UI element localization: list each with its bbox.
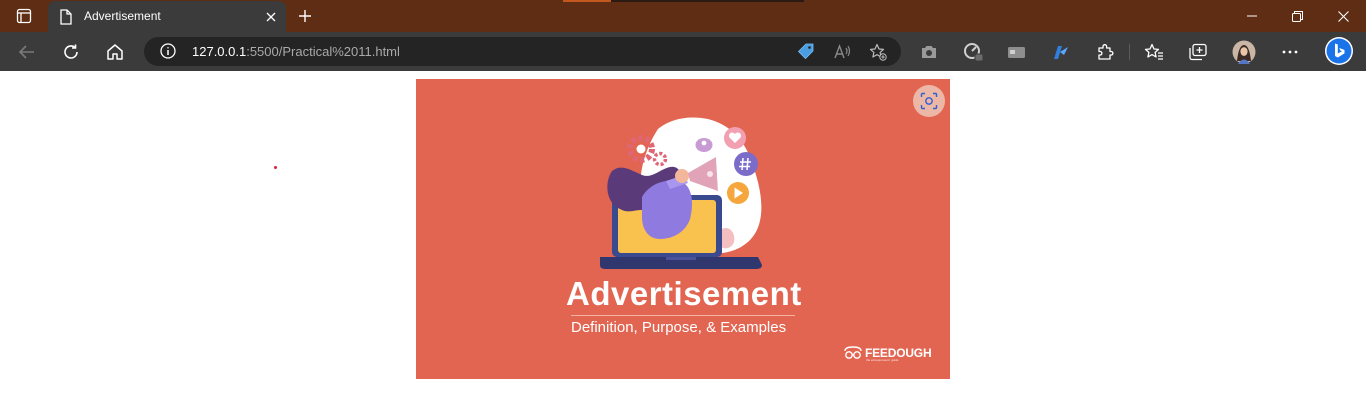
close-window-button[interactable]	[1320, 4, 1366, 28]
settings-more-button[interactable]	[1277, 39, 1303, 65]
brand-tagline: the entrepreneurs' guide	[866, 358, 899, 362]
title-bar: Advertisement	[0, 0, 1366, 32]
address-path: :5500/Practical%2011.html	[246, 44, 400, 59]
visual-search-button[interactable]	[913, 85, 945, 117]
pen-icon	[1054, 46, 1068, 59]
wallet-icon	[1008, 47, 1025, 58]
minimize-button[interactable]	[1229, 4, 1275, 28]
toolbar-separator	[1129, 44, 1130, 60]
refresh-button[interactable]	[58, 39, 84, 65]
page-content: Advertisement Definition, Purpose, & Exa…	[0, 71, 1366, 408]
minimize-icon	[1247, 15, 1257, 17]
extension-pen-button[interactable]	[1048, 39, 1074, 65]
titlebar-accent	[563, 0, 611, 2]
collections-button[interactable]	[1185, 39, 1211, 65]
collections-icon	[1189, 43, 1207, 61]
extension-wallet-button[interactable]	[1004, 39, 1030, 65]
restore-icon	[1291, 10, 1303, 22]
home-button[interactable]	[102, 39, 128, 65]
banner-title-underline	[571, 315, 795, 316]
add-favorite-button[interactable]	[868, 42, 888, 62]
close-tab-button[interactable]	[263, 9, 279, 25]
titlebar-accent-dark	[611, 0, 804, 2]
navigation-toolbar: 127.0.0.1:5500/Practical%2011.html	[0, 32, 1366, 72]
camera-icon	[922, 46, 936, 58]
copilot-button[interactable]	[1323, 35, 1355, 67]
advertisement-banner: Advertisement Definition, Purpose, & Exa…	[416, 79, 950, 379]
read-aloud-icon	[834, 44, 851, 59]
glasses-icon	[844, 346, 862, 359]
red-dot	[274, 166, 277, 169]
plus-icon	[299, 10, 311, 22]
page-icon	[60, 9, 72, 25]
restore-button[interactable]	[1274, 4, 1320, 28]
banner-subtitle: Definition, Purpose, & Examples	[571, 319, 787, 336]
tag-icon	[797, 43, 814, 60]
tab-actions-icon	[16, 8, 32, 24]
bing-icon	[1325, 37, 1353, 65]
brand-logo: FEEDOUGH the entrepreneurs' guide	[844, 343, 932, 363]
profile-button[interactable]	[1231, 39, 1257, 65]
puzzle-icon	[1098, 44, 1114, 60]
favorites-button[interactable]	[1141, 39, 1167, 65]
tab-actions-button[interactable]	[10, 6, 38, 26]
address-text[interactable]: 127.0.0.1:5500/Practical%2011.html	[192, 44, 400, 59]
address-host: 127.0.0.1	[192, 44, 247, 59]
new-tab-button[interactable]	[294, 6, 316, 26]
read-aloud-button[interactable]	[832, 42, 852, 62]
close-icon	[266, 12, 276, 22]
screenshot-button[interactable]	[916, 39, 942, 65]
extensions-button[interactable]	[1092, 39, 1118, 65]
back-arrow-icon	[18, 45, 34, 59]
star-plus-icon	[869, 43, 887, 61]
favorites-icon	[1144, 43, 1163, 60]
refresh-icon	[64, 44, 78, 59]
active-tab[interactable]: Advertisement	[48, 1, 286, 32]
extension-performance-button[interactable]	[960, 39, 986, 65]
shopping-button[interactable]	[796, 42, 816, 62]
tab-title: Advertisement	[84, 9, 161, 23]
banner-title: Advertisement	[566, 275, 802, 312]
address-bar[interactable]: 127.0.0.1:5500/Practical%2011.html	[144, 37, 901, 66]
info-icon[interactable]	[160, 43, 176, 59]
back-button[interactable]	[14, 39, 40, 65]
advertising-illustration	[600, 117, 762, 269]
home-icon	[107, 44, 123, 60]
performance-icon	[964, 43, 984, 62]
visual-search-icon	[920, 92, 938, 110]
close-icon	[1337, 10, 1349, 22]
more-icon	[1282, 50, 1298, 54]
avatar	[1232, 40, 1256, 64]
